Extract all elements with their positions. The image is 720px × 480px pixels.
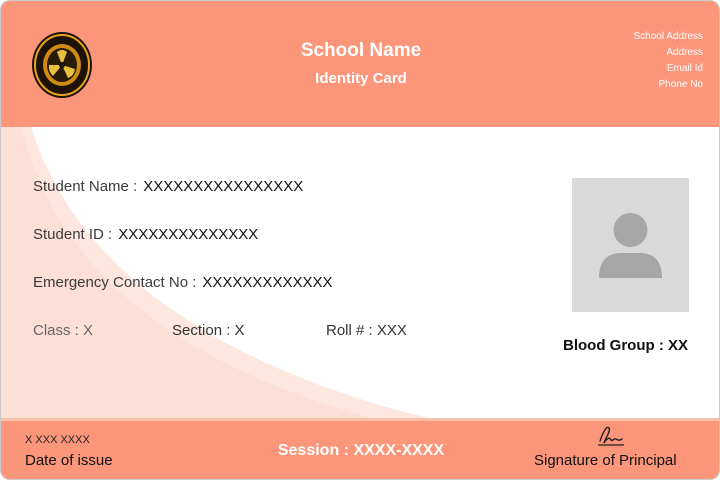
email-id: Email Id: [666, 63, 703, 74]
school-name: School Name: [300, 40, 422, 61]
id-card: School Name Identity Card School Address…: [0, 0, 720, 480]
blood-group: Blood Group : XX: [563, 337, 688, 354]
student-id-row: Student ID : XXXXXXXXXXXXXX: [33, 226, 258, 243]
address: Address: [666, 47, 703, 58]
card-header: [1, 1, 719, 127]
phone-no: Phone No: [658, 79, 703, 90]
card-type-title: Identity Card: [315, 70, 407, 87]
student-name-row: Student Name : XXXXXXXXXXXXXXXX: [33, 178, 303, 195]
school-address: School Address: [633, 31, 704, 42]
section-field: Section : X: [172, 322, 245, 339]
emergency-contact-value: XXXXXXXXXXXXX: [202, 274, 333, 291]
session-text: Session : XXXX-XXXX: [277, 442, 445, 459]
student-photo: [572, 178, 689, 312]
issue-date-value: X XXX XXXX: [25, 434, 90, 446]
student-id-value: XXXXXXXXXXXXXX: [118, 226, 259, 243]
roll-field: Roll # : XXX: [326, 322, 407, 339]
school-contact-block: School Address Address Email Id Phone No: [634, 29, 704, 93]
class-field: Class : X: [33, 322, 94, 339]
student-name-value: XXXXXXXXXXXXXXXX: [143, 178, 304, 195]
issue-date-label: Date of issue: [25, 452, 113, 469]
student-name-label: Student Name :: [33, 178, 138, 195]
emergency-contact-row: Emergency Contact No : XXXXXXXXXXXXX: [33, 274, 332, 291]
signature-icon: [598, 426, 624, 446]
signature-label: Signature of Principal: [534, 452, 677, 469]
user-avatar-icon: [599, 213, 662, 278]
student-id-label: Student ID :: [33, 226, 113, 243]
school-logo-icon: [32, 32, 92, 98]
emergency-contact-label: Emergency Contact No :: [33, 274, 197, 291]
